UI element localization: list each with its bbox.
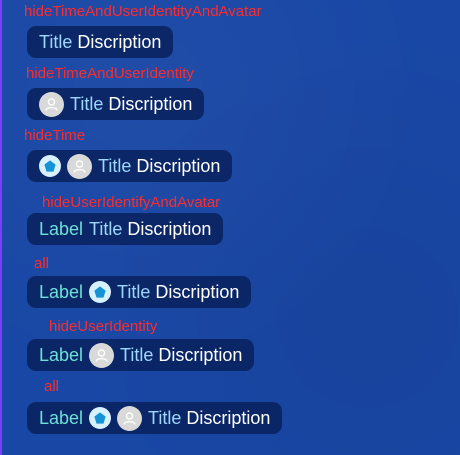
message-description: Discription (186, 408, 271, 428)
message-pill[interactable]: Title Discription (27, 26, 174, 58)
message-pill[interactable]: Label Title Discription (27, 339, 255, 371)
user-avatar-icon (117, 405, 143, 431)
message-label: Label (39, 408, 84, 428)
pentagon-badge-icon (89, 407, 112, 429)
message-description: Discription (108, 94, 193, 114)
section-label-hide-user-identity: hideUserIdentity (49, 318, 158, 335)
section-label-hide-time: hideTime (24, 127, 86, 144)
message-label: Label (39, 282, 84, 302)
message-pill[interactable]: Label Title Discription (27, 402, 283, 434)
message-title: Title (89, 219, 123, 239)
pentagon-badge-icon (39, 155, 61, 177)
user-avatar-icon (89, 342, 115, 368)
message-description: Discription (127, 219, 212, 239)
section-label-hide-time-user-identity: hideTimeAndUserIdentity (26, 65, 194, 82)
message-title: Title (39, 32, 73, 52)
message-pill[interactable]: Label Title Discription (27, 213, 224, 245)
message-title: Title (117, 282, 151, 302)
message-title: Title (120, 345, 154, 365)
user-avatar-icon (67, 153, 92, 179)
message-description: Discription (136, 156, 221, 176)
message-pill[interactable]: Label Title Discription (27, 276, 252, 308)
message-label: Label (39, 219, 84, 239)
section-label-hide-user-identify-avatar: hideUserIdentifyAndAvatar (42, 194, 221, 211)
section-label-hide-time-user-identity-avatar: hideTimeAndUserIdentityAndAvatar (24, 3, 262, 20)
pentagon-badge-icon (89, 281, 112, 303)
section-label-all: all (44, 378, 60, 395)
message-description: Discription (77, 32, 162, 52)
left-edge-line (0, 0, 2, 455)
message-title: Title (148, 408, 182, 428)
message-description: Discription (158, 345, 243, 365)
section-label-all: all (34, 255, 50, 272)
user-avatar-icon (39, 91, 64, 117)
message-pill[interactable]: Title Discription (27, 88, 205, 120)
message-pill[interactable]: Title Discription (27, 150, 233, 182)
message-title: Title (70, 94, 104, 114)
message-label: Label (39, 345, 84, 365)
message-title: Title (98, 156, 132, 176)
message-description: Discription (155, 282, 240, 302)
